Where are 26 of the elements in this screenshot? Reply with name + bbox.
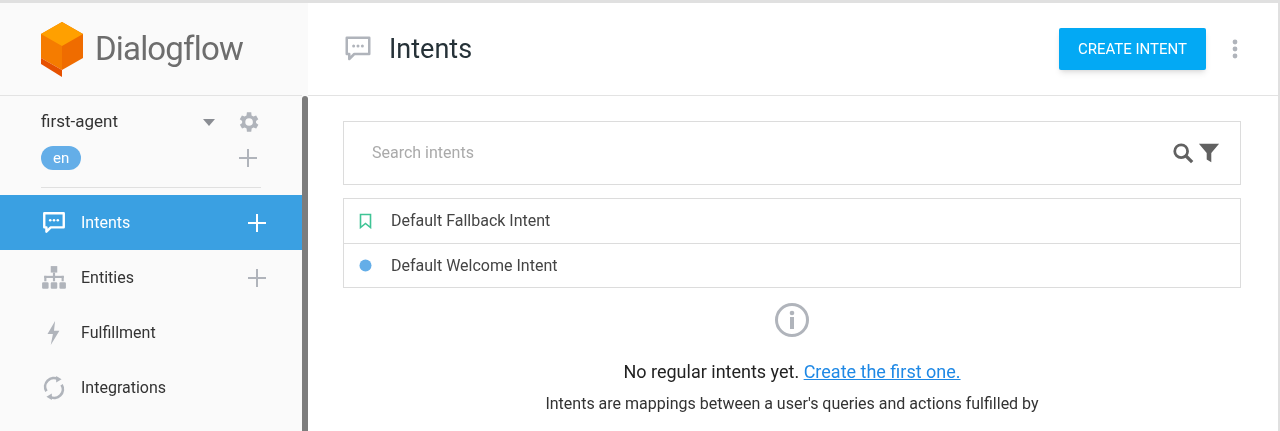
chat-icon bbox=[41, 209, 67, 236]
add-icon[interactable] bbox=[248, 213, 266, 232]
nav-item[interactable]: Entities bbox=[0, 250, 302, 305]
sync-icon bbox=[41, 374, 67, 401]
intents-description: Intents are mappings between a user's queries and actions fulfilled by bbox=[545, 395, 1039, 413]
hierarchy-icon bbox=[41, 264, 67, 291]
dropdown-caret-icon[interactable] bbox=[203, 118, 215, 126]
more-options-icon[interactable] bbox=[1232, 39, 1238, 59]
intent-row[interactable]: Default Fallback Intent bbox=[344, 199, 1240, 243]
search-field[interactable]: Search intents bbox=[372, 141, 1172, 165]
nav-item[interactable]: Fulfillment bbox=[0, 305, 302, 360]
page-title: Intents bbox=[389, 31, 474, 67]
empty-message: No regular intents yet. Create the first one. bbox=[623, 360, 961, 384]
search-bar[interactable]: Search intents bbox=[343, 121, 1241, 185]
scrollbar[interactable] bbox=[302, 96, 308, 431]
logo-text: Dialogflow bbox=[95, 28, 243, 71]
intent-row[interactable]: Default Welcome Intent bbox=[344, 243, 1240, 287]
filter-icon[interactable] bbox=[1198, 142, 1220, 164]
nav-item[interactable]: Integrations bbox=[0, 360, 302, 415]
logo-icon bbox=[41, 21, 83, 77]
create-first-link[interactable]: Create the first one. bbox=[803, 361, 961, 382]
add-icon[interactable] bbox=[248, 268, 266, 287]
info-icon bbox=[774, 302, 810, 338]
search-icon[interactable] bbox=[1172, 142, 1194, 164]
agent-name[interactable]: first-agent bbox=[41, 109, 203, 135]
add-icon[interactable] bbox=[239, 149, 257, 167]
